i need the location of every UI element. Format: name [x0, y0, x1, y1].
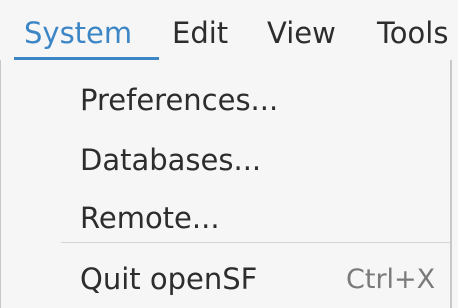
application-window: System Edit View Tools Preferences... Da…: [0, 0, 458, 308]
menu-view[interactable]: View: [267, 0, 336, 61]
menu-edit[interactable]: Edit: [172, 0, 228, 61]
menu-tools[interactable]: Tools: [377, 0, 448, 61]
menu-item-label: Remote...: [80, 201, 220, 235]
menu-item-label: Quit openSF: [80, 262, 258, 296]
menu-bar: System Edit View Tools: [0, 0, 458, 61]
menu-system[interactable]: System: [24, 0, 132, 61]
menu-item-quit[interactable]: Quit openSF Ctrl+X: [1, 253, 450, 306]
keyboard-shortcut: Ctrl+X: [346, 264, 436, 295]
menu-item-preferences[interactable]: Preferences...: [1, 74, 450, 127]
menu-item-remote[interactable]: Remote...: [1, 192, 450, 245]
menu-item-label: Preferences...: [80, 83, 279, 117]
menu-item-databases[interactable]: Databases...: [1, 134, 450, 187]
menu-separator: [61, 242, 450, 243]
menu-item-label: Databases...: [80, 143, 262, 177]
system-dropdown-menu: Preferences... Databases... Remote... Qu…: [0, 60, 452, 308]
